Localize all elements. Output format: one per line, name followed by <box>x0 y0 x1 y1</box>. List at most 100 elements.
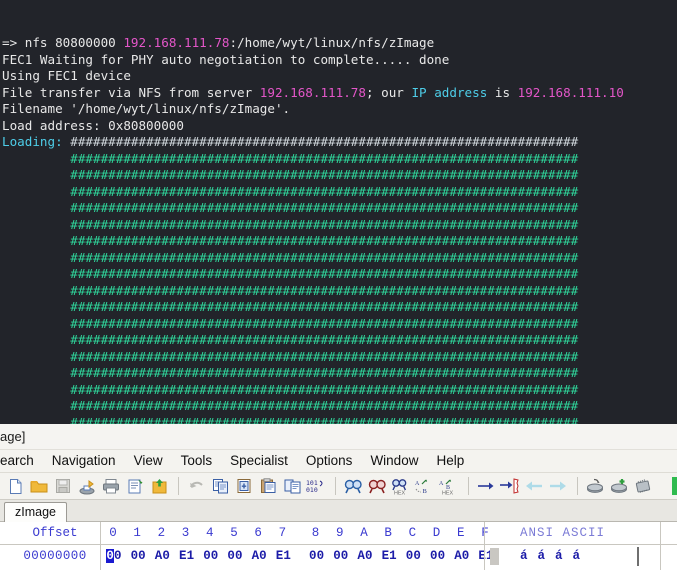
svg-text:A: A <box>415 481 420 487</box>
loading-progress-row: ########################################… <box>2 216 579 232</box>
phy-negotiation: FEC1 Waiting for PHY auto negotiation to… <box>2 52 677 69</box>
new-file-icon[interactable] <box>4 475 26 497</box>
hex-editor-pane[interactable]: Offset 0123456789ABCDEF ANSI ASCII 00000… <box>0 522 677 570</box>
serial-terminal[interactable]: => nfs 80800000 192.168.111.78:/home/wyt… <box>0 0 677 424</box>
toolbar-separator <box>178 477 179 495</box>
column-divider <box>100 522 101 544</box>
find-next-icon[interactable] <box>366 475 388 497</box>
hex-byte[interactable]: A0 <box>152 545 172 568</box>
load-address: Load address: 0x80800000 <box>2 118 677 135</box>
hex-cursor[interactable]: 0 <box>106 549 114 563</box>
document-tab-strip[interactable]: zImage <box>0 500 677 522</box>
goto-block-end-icon[interactable] <box>499 475 521 497</box>
undo-icon <box>185 475 207 497</box>
copy-block-icon[interactable] <box>281 475 303 497</box>
toolbar-separator <box>468 477 469 495</box>
toolbar-separator <box>335 477 336 495</box>
svg-text:B: B <box>423 488 428 495</box>
byte-col-header-5: 5 <box>230 526 238 540</box>
hex-byte[interactable]: A0 <box>355 545 375 568</box>
hex-byte[interactable]: 00 <box>128 545 148 568</box>
open-drive-icon[interactable] <box>584 475 606 497</box>
menu-item-view[interactable]: View <box>125 450 172 472</box>
loading-progress-row: ########################################… <box>2 266 579 281</box>
find-text-icon[interactable] <box>342 475 364 497</box>
copy-icon[interactable] <box>209 475 231 497</box>
export-icon[interactable] <box>148 475 170 497</box>
toolbar[interactable]: 101 010 HEX AB A B HEX <box>0 473 677 500</box>
byte-col-header-0: 0 <box>109 526 117 540</box>
terminal-output: => nfs 80800000 192.168.111.78:/home/wyt… <box>2 35 677 424</box>
column-divider <box>484 522 485 544</box>
column-divider <box>484 545 485 568</box>
menu-item-options[interactable]: Options <box>297 450 362 472</box>
svg-text:HEX: HEX <box>394 490 405 495</box>
svg-text:HEX: HEX <box>442 490 453 495</box>
find-hex-icon[interactable]: HEX <box>390 475 412 497</box>
hex-byte[interactable]: 00 <box>403 545 423 568</box>
hex-column-header: Offset 0 1 2 3 4 5 6 7 8 9 A B C D EF ANSI ASCII <box>0 522 677 545</box>
svg-text:A: A <box>439 481 444 487</box>
winhex-window[interactable]: age] earch Navigation View Tools Specialist O… <box>0 424 677 570</box>
loading-progress-row: ########################################… <box>2 332 579 347</box>
byte-col-header-4: 4 <box>205 526 214 540</box>
hex-byte[interactable]: 00 <box>428 545 448 568</box>
cmd-nfs: => nfs 80800000 192.168.111.78:/home/wyt… <box>2 35 677 52</box>
text-segment: FEC1 Waiting for PHY auto negotiation to… <box>2 51 450 67</box>
copy-into-new-icon[interactable] <box>233 475 255 497</box>
ram-editor-icon[interactable] <box>632 475 654 497</box>
hex-row[interactable]: 00000000 00 00 A0 E1 00 00 A0 E1 00 00 A0 E1 00 00 A0 E1… <box>0 545 677 568</box>
text-segment: 192.168.111.78 <box>259 84 366 100</box>
menu-bar[interactable]: earch Navigation View Tools Specialist Option… <box>0 450 677 473</box>
text-caret <box>637 547 639 566</box>
file-properties-icon[interactable] <box>124 475 146 497</box>
replace-hex-icon[interactable]: A B HEX <box>438 475 460 497</box>
ansi-ascii-header: ANSI ASCII <box>520 526 606 540</box>
loading-progress-row: ########################################… <box>2 414 579 425</box>
menu-item-help[interactable]: Help <box>427 450 473 472</box>
text-segment: is <box>487 84 518 100</box>
hex-byte[interactable]: E1 <box>177 545 197 568</box>
save-icon <box>52 475 74 497</box>
window-title-bar: age] <box>0 424 677 450</box>
paste-icon[interactable] <box>257 475 279 497</box>
menu-item-tools[interactable]: Tools <box>172 450 222 472</box>
text-segment: 192.168.111.78 <box>123 35 230 50</box>
column-divider <box>100 545 101 568</box>
open-folder-icon[interactable] <box>28 475 50 497</box>
menu-item-window[interactable]: Window <box>361 450 427 472</box>
byte-col-header-1: 1 <box>133 526 141 540</box>
binary-convert-icon[interactable]: 101 010 <box>305 475 327 497</box>
hex-byte[interactable]: 00 <box>201 545 221 568</box>
byte-col-header-B: B <box>384 526 392 540</box>
byte-col-header-3: 3 <box>181 526 190 540</box>
tab-zimage[interactable]: zImage <box>4 502 67 522</box>
open-disk-icon[interactable] <box>76 475 98 497</box>
text-segment: ; our <box>365 84 412 100</box>
filename: Filename '/home/wyt/linux/nfs/zImage'. <box>2 101 677 118</box>
hex-byte[interactable]: A0 <box>452 545 472 568</box>
goto-offset-icon[interactable] <box>475 475 497 497</box>
menu-item-navigation[interactable]: Navigation <box>43 450 125 472</box>
add-drive-icon[interactable] <box>608 475 630 497</box>
byte-col-header-D: D <box>432 526 441 540</box>
hex-byte[interactable]: 00 <box>104 545 124 568</box>
menu-item-specialist[interactable]: Specialist <box>221 450 297 472</box>
hex-byte[interactable]: 00 <box>225 545 245 568</box>
hex-row-container[interactable]: 00000000 00 00 A0 E1 00 00 A0 E1 00 00 A0 E1 00 00 A0 E1… <box>0 545 677 570</box>
hex-byte[interactable]: 00 <box>331 545 351 568</box>
hex-byte[interactable]: 00 <box>307 545 327 568</box>
replace-text-icon[interactable]: AB <box>414 475 436 497</box>
back-arrow-icon <box>523 475 545 497</box>
ascii-cell[interactable]: áááá <box>520 545 590 568</box>
hex-byte[interactable]: A0 <box>249 545 269 568</box>
hex-byte[interactable]: E1 <box>273 545 293 568</box>
loading-progress-row: ########################################… <box>2 315 579 331</box>
toolbar-separator <box>577 477 578 495</box>
print-icon[interactable] <box>100 475 122 497</box>
menu-item-earch[interactable]: earch <box>0 450 43 472</box>
tab-label: zImage <box>15 505 56 519</box>
byte-col-header-F: F <box>476 522 494 544</box>
hex-byte[interactable]: E1 <box>379 545 399 568</box>
forward-arrow-icon <box>547 475 569 497</box>
